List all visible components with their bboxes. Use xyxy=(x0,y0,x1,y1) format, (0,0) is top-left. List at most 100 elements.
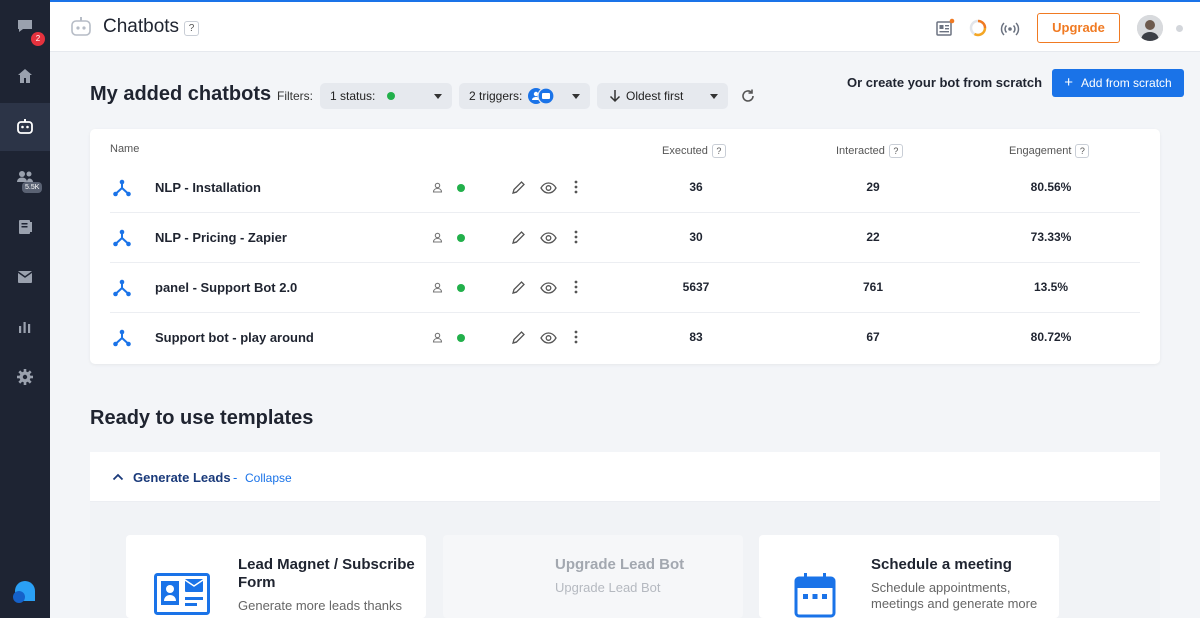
bot-name[interactable]: NLP - Installation xyxy=(155,180,261,195)
add-from-scratch-button[interactable]: + Add from scratch xyxy=(1052,69,1184,97)
chevron-down-icon xyxy=(710,94,718,99)
template-group-title: Generate Leads xyxy=(133,470,231,485)
executed-value: 5637 xyxy=(682,280,710,294)
chevron-down-icon xyxy=(572,94,580,99)
user-trigger-icon xyxy=(432,282,443,293)
bot-name[interactable]: NLP - Pricing - Zapier xyxy=(155,230,287,245)
status-active-dot xyxy=(457,234,465,242)
more-options-icon[interactable] xyxy=(574,179,578,195)
contacts-badge: 5.5K xyxy=(22,182,43,193)
template-card-title: Upgrade Lead Bot xyxy=(555,556,685,573)
col-executed-label: Executed xyxy=(662,144,708,157)
template-card-desc: Generate more leads thanks xyxy=(238,598,403,613)
preview-eye-icon[interactable] xyxy=(540,331,557,345)
chevron-up-icon xyxy=(112,473,124,481)
triggers-filter-dropdown[interactable]: 2 triggers: xyxy=(459,83,590,109)
edit-pencil-icon[interactable] xyxy=(511,230,526,245)
sidebar-item-knowledge[interactable] xyxy=(0,203,50,251)
sidebar: 2 5.5K xyxy=(0,0,50,618)
template-group-header[interactable]: Generate Leads - Collapse xyxy=(90,452,1160,502)
status-filter-dropdown[interactable]: 1 status: xyxy=(320,83,452,109)
more-options-icon[interactable] xyxy=(574,329,578,345)
status-filter-label: 1 status: xyxy=(330,89,376,103)
refresh-icon[interactable] xyxy=(740,88,756,104)
user-trigger-icon xyxy=(432,332,443,343)
sidebar-item-contacts[interactable] xyxy=(0,153,50,201)
col-header-interacted: Interacted? xyxy=(836,144,903,158)
template-card-schedule-meeting[interactable]: Schedule a meeting Schedule appointments… xyxy=(759,535,1059,618)
engagement-value: 80.72% xyxy=(1030,330,1072,344)
engagement-help-icon[interactable]: ? xyxy=(1075,144,1090,158)
interacted-help-icon[interactable]: ? xyxy=(888,144,903,158)
template-card-title: Lead Magnet / Subscribe Form xyxy=(238,556,415,591)
preview-eye-icon[interactable] xyxy=(540,231,557,245)
edit-pencil-icon[interactable] xyxy=(511,180,526,195)
flow-icon xyxy=(113,229,131,247)
sidebar-item-analytics[interactable] xyxy=(0,303,50,351)
table-row[interactable]: NLP - Pricing - Zapier 30 22 73.33% xyxy=(90,213,1160,263)
user-trigger-icon xyxy=(432,232,443,243)
template-group-separator: - xyxy=(233,470,238,485)
preview-eye-icon[interactable] xyxy=(540,181,557,195)
status-active-dot xyxy=(457,284,465,292)
executed-value: 83 xyxy=(689,330,703,344)
triggers-filter-label: 2 triggers: xyxy=(469,89,523,103)
edit-pencil-icon[interactable] xyxy=(511,280,526,295)
edit-pencil-icon[interactable] xyxy=(511,330,526,345)
title-help-icon[interactable]: ? xyxy=(184,21,199,36)
preview-eye-icon[interactable] xyxy=(540,281,557,295)
home-icon xyxy=(18,69,32,83)
inbox-icon xyxy=(17,271,33,283)
engagement-value: 13.5% xyxy=(1033,280,1069,294)
more-options-icon[interactable] xyxy=(574,279,578,295)
flow-icon xyxy=(113,279,131,297)
template-card-upgrade-lead-bot[interactable]: Upgrade Lead Bot Upgrade Lead Bot xyxy=(443,535,743,618)
news-icon[interactable] xyxy=(935,18,955,38)
bot-name[interactable]: panel - Support Bot 2.0 xyxy=(155,280,297,295)
status-active-dot xyxy=(457,184,465,192)
template-card-desc: Schedule appointments, meetings and gene… xyxy=(871,580,1038,611)
table-row[interactable]: Support bot - play around 83 67 80.72% xyxy=(90,313,1160,363)
engagement-value: 80.56% xyxy=(1030,180,1072,194)
sort-label: Oldest first xyxy=(626,89,684,103)
chatbot-header-icon xyxy=(71,17,91,36)
add-from-scratch-label: Add from scratch xyxy=(1081,76,1172,90)
interacted-value: 22 xyxy=(866,230,880,244)
chat-icon xyxy=(18,20,32,32)
upgrade-button[interactable]: Upgrade xyxy=(1037,13,1120,43)
sort-dropdown[interactable]: Oldest first xyxy=(597,83,728,109)
template-card-lead-magnet[interactable]: Lead Magnet / Subscribe Form Generate mo… xyxy=(126,535,426,618)
more-options-icon[interactable] xyxy=(574,229,578,245)
presence-status-dot xyxy=(1176,25,1183,32)
user-trigger-icon xyxy=(432,182,443,193)
sidebar-item-chatbots[interactable] xyxy=(0,103,50,151)
plus-icon: + xyxy=(1064,74,1074,91)
progress-ring-icon[interactable] xyxy=(968,18,988,38)
user-avatar[interactable] xyxy=(1137,15,1163,41)
col-engagement-label: Engagement xyxy=(1009,144,1072,157)
flow-icon xyxy=(113,179,131,197)
chat-badge: 2 xyxy=(31,32,45,46)
template-card-title: Schedule a meeting xyxy=(871,556,1012,573)
executed-help-icon[interactable]: ? xyxy=(711,144,726,158)
avatar-photo-icon xyxy=(1137,15,1163,41)
top-bar: Chatbots ? Upgrade xyxy=(50,0,1200,52)
table-row[interactable]: NLP - Installation 36 29 80.56% xyxy=(90,163,1160,213)
interacted-value: 29 xyxy=(866,180,880,194)
status-green-dot xyxy=(386,92,395,100)
trigger-icons xyxy=(528,87,555,105)
collapse-link[interactable]: Collapse xyxy=(245,471,292,485)
filters-label: Filters: xyxy=(277,89,313,103)
chevron-down-icon xyxy=(434,94,442,99)
sidebar-item-home[interactable] xyxy=(0,52,50,100)
sidebar-item-inbox[interactable] xyxy=(0,253,50,301)
analytics-icon xyxy=(19,322,31,333)
broadcast-icon[interactable] xyxy=(1000,18,1020,38)
sidebar-item-settings[interactable] xyxy=(0,353,50,401)
table-row[interactable]: panel - Support Bot 2.0 5637 761 13.5% xyxy=(90,263,1160,313)
brand-logo-icon[interactable] xyxy=(12,578,38,604)
template-card-desc: Upgrade Lead Bot xyxy=(555,580,661,595)
page-title: Chatbots xyxy=(103,16,180,37)
bot-name[interactable]: Support bot - play around xyxy=(155,330,314,345)
arrow-down-icon xyxy=(609,90,621,103)
